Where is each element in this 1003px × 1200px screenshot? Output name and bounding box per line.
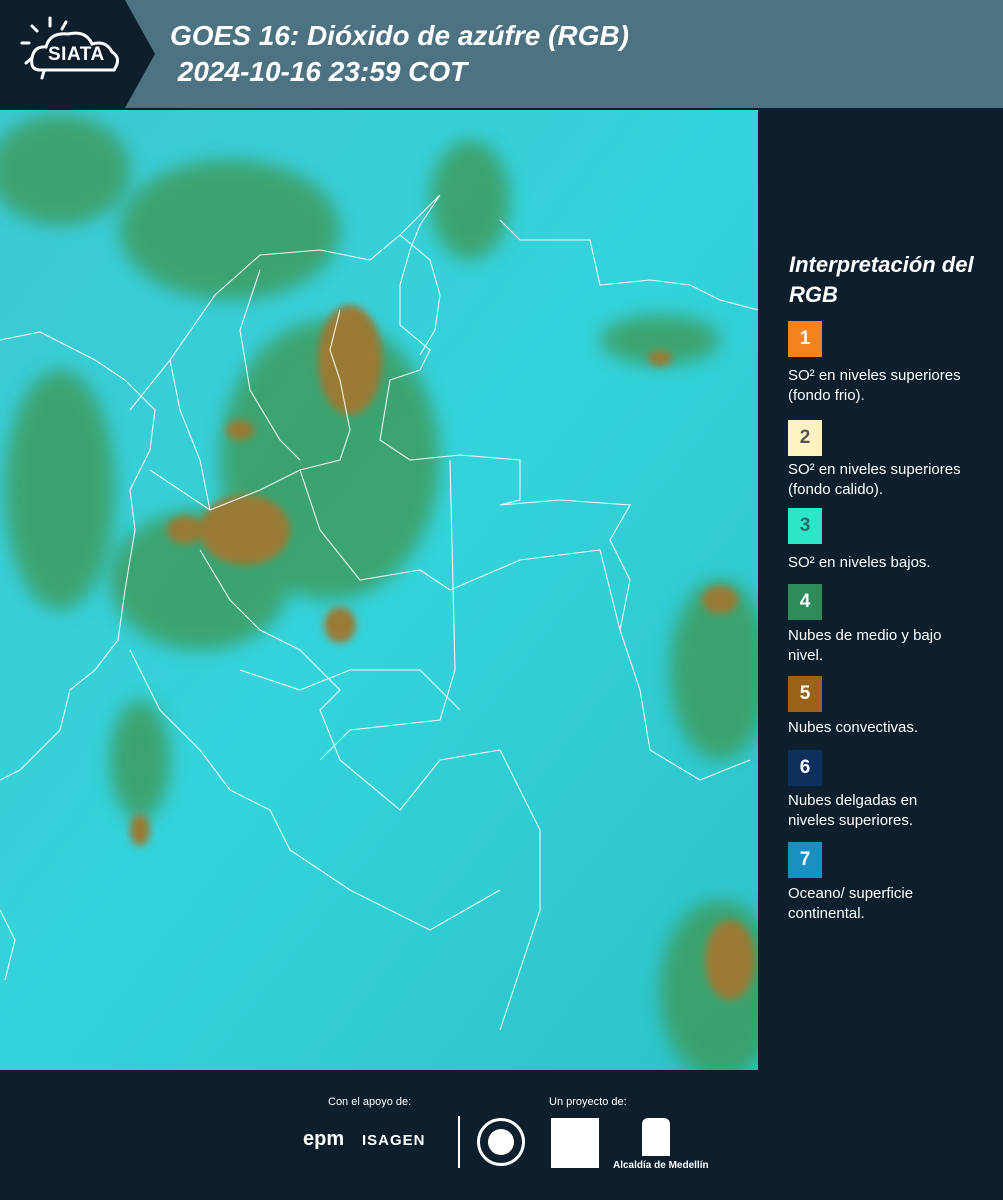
legend-number-3: 3 bbox=[799, 515, 811, 536]
header-bar: SIATA GOES 16: Dióxido de azúfre (RGB) 2… bbox=[0, 0, 1003, 108]
alcaldia-text: Alcaldía de Medellín bbox=[613, 1160, 709, 1171]
legend-number-2: 2 bbox=[799, 427, 811, 448]
legend-label-3: SO² en niveles bajos. bbox=[788, 554, 931, 571]
legend-swatch-1: 1 bbox=[788, 321, 822, 357]
legend-panel: Interpretación del RGB 1 SO² en niveles … bbox=[758, 110, 1003, 1070]
legend-swatch-7: 7 bbox=[788, 842, 822, 878]
legend-swatch-3: 3 bbox=[788, 508, 822, 544]
isagen-logo: ISAGEN bbox=[362, 1132, 426, 1149]
legend-swatch-2: 2 bbox=[788, 420, 822, 456]
alcaldia-crest-logo bbox=[642, 1118, 670, 1156]
medellin-seal-logo bbox=[477, 1118, 525, 1166]
project-label: Un proyecto de: bbox=[549, 1096, 627, 1108]
siata-logo: SIATA bbox=[0, 0, 155, 108]
legend-label-5: Nubes convectivas. bbox=[788, 719, 919, 736]
legend-label-6: Nubes delgadas en niveles superiores. bbox=[788, 792, 918, 829]
area-metropolitana-logo bbox=[551, 1118, 599, 1168]
legend-title: Interpretación del RGB bbox=[789, 252, 974, 307]
siata-logo-text: SIATA bbox=[48, 44, 105, 65]
legend-swatch-4: 4 bbox=[788, 584, 822, 620]
legend-swatch-5: 5 bbox=[788, 676, 822, 712]
legend-number-1: 1 bbox=[799, 328, 811, 349]
legend-label-4: Nubes de medio y bajo nivel. bbox=[788, 627, 942, 664]
legend-number-5: 5 bbox=[799, 683, 811, 704]
support-label: Con el apoyo de: bbox=[328, 1096, 412, 1108]
legend-number-7: 7 bbox=[799, 849, 811, 870]
title-line-1: GOES 16: Dióxido de azúfre (RGB) bbox=[170, 20, 629, 51]
page-title: GOES 16: Dióxido de azúfre (RGB) 2024-10… bbox=[170, 18, 629, 90]
legend-label-2: SO² en niveles superiores (fondo calido)… bbox=[788, 461, 961, 498]
legend-label-7: Oceano/ superficie continental. bbox=[788, 885, 914, 922]
satellite-map[interactable] bbox=[0, 110, 758, 1070]
legend-number-4: 4 bbox=[799, 591, 811, 612]
epm-logo: epm bbox=[303, 1128, 345, 1150]
title-line-2: 2024-10-16 23:59 COT bbox=[170, 56, 468, 87]
legend-label-1: SO² en niveles superiores (fondo frio). bbox=[788, 367, 961, 404]
legend-number-6: 6 bbox=[799, 757, 811, 778]
footer: Con el apoyo de: Un proyecto de: epm ISA… bbox=[0, 1070, 1003, 1200]
legend-swatch-6: 6 bbox=[788, 750, 822, 786]
footer-divider bbox=[458, 1116, 460, 1168]
